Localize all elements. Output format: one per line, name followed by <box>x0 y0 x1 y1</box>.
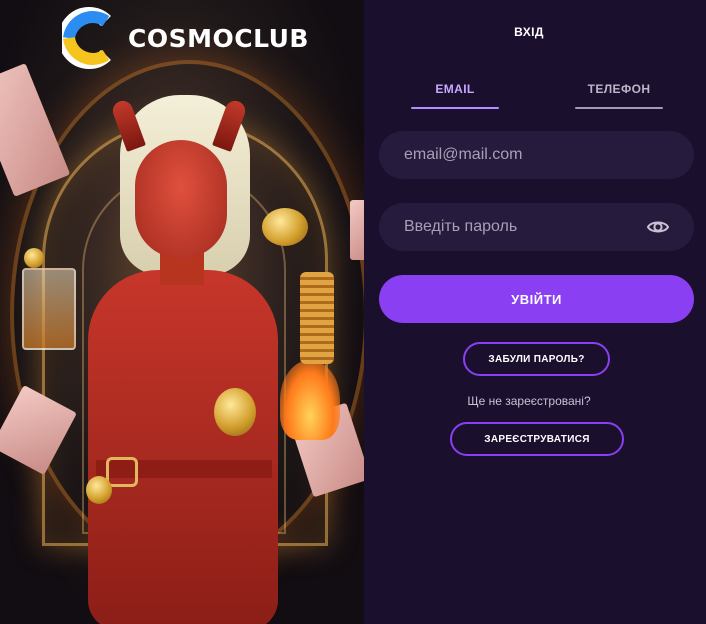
casino-chips-image <box>300 272 334 364</box>
register-button[interactable]: ЗАРЕЄСТРУВАТИСЯ <box>450 422 624 456</box>
login-button[interactable]: УВІЙТИ <box>379 275 694 323</box>
not-registered-text: Ще не зареєстровані? <box>467 394 591 408</box>
login-panel: ВХІД EMAIL ТЕЛЕФОН УВІЙТИ ЗАБУЛИ ПАРОЛЬ?… <box>364 6 706 624</box>
email-field-container <box>379 131 694 179</box>
login-title: ВХІД <box>514 25 544 39</box>
brand-name: COSMOCLUB <box>128 23 309 53</box>
password-input[interactable] <box>379 217 646 237</box>
eye-icon[interactable] <box>646 216 670 238</box>
forgot-password-button[interactable]: ЗАБУЛИ ПАРОЛЬ? <box>463 342 610 376</box>
tab-email-underline <box>411 107 499 109</box>
tab-email[interactable]: EMAIL <box>411 82 499 109</box>
coin-image <box>262 208 308 246</box>
brand-logo[interactable]: COSMOCLUB <box>62 6 309 70</box>
tab-phone-underline <box>575 107 663 109</box>
promo-banner: COSMOCLUB <box>0 0 364 624</box>
coin-image <box>24 248 44 268</box>
whisky-glass-image <box>22 268 76 350</box>
coin-image <box>86 476 112 504</box>
tab-phone[interactable]: ТЕЛЕФОН <box>575 82 663 109</box>
tab-email-label: EMAIL <box>435 82 475 96</box>
email-input[interactable] <box>379 145 646 165</box>
devil-character-image <box>0 0 364 624</box>
password-field-container <box>379 203 694 251</box>
coin-image <box>214 388 256 436</box>
cosmoclub-logo-icon <box>62 7 111 69</box>
tab-phone-label: ТЕЛЕФОН <box>587 82 651 96</box>
